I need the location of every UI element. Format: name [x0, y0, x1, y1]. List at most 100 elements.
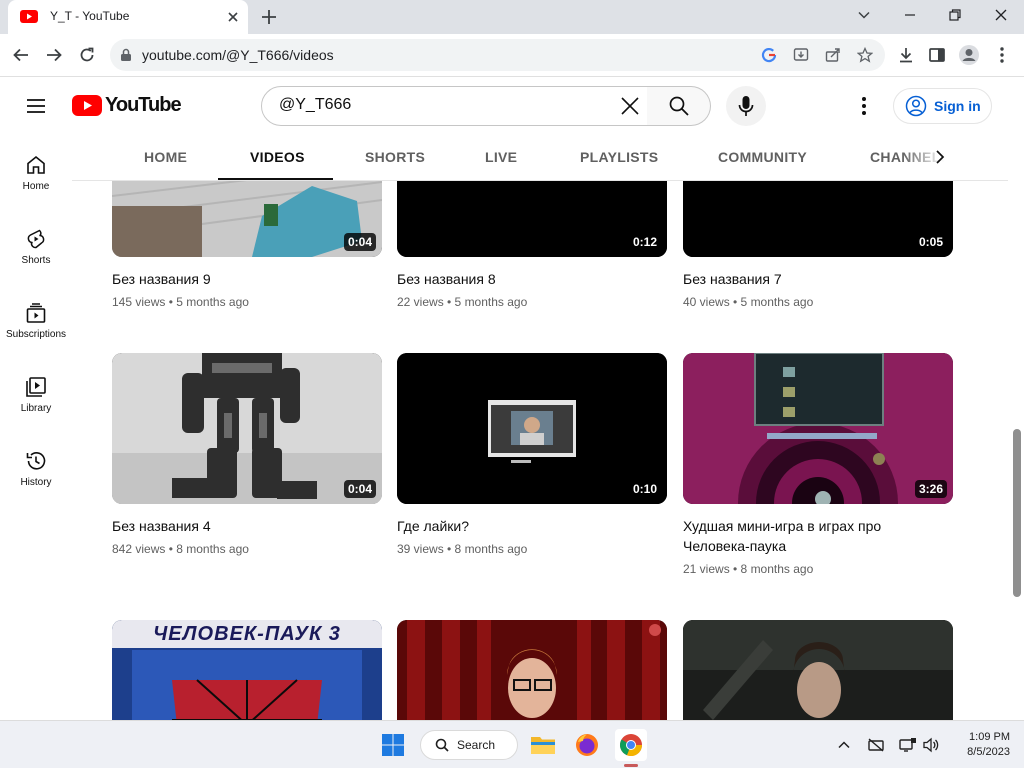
tab-home[interactable]: HOME [144, 149, 187, 165]
chevron-right-icon[interactable] [930, 147, 950, 167]
minimize-icon[interactable] [896, 4, 924, 26]
voice-search-button[interactable] [726, 86, 766, 126]
library-icon [26, 377, 46, 397]
video-card[interactable] [397, 620, 667, 720]
video-card[interactable]: ЧЕЛОВЕК-ПАУК 3 [112, 620, 382, 720]
guide-item-shorts[interactable]: Shorts [0, 227, 72, 301]
video-card[interactable]: 0:05 Без названия 7 40 views • 5 months … [683, 181, 953, 309]
video-duration: 0:10 [628, 480, 661, 498]
video-meta: 842 views • 8 months ago [112, 542, 249, 556]
video-card[interactable]: 3:26 Худшая мини-игра в играх про Челове… [683, 353, 953, 576]
page-scrollbar[interactable] [1008, 181, 1024, 720]
tab-search-chevron-icon[interactable] [850, 4, 878, 26]
show-hidden-icons-chevron-icon[interactable] [834, 735, 854, 755]
firefox-icon[interactable] [571, 729, 603, 761]
back-icon[interactable] [8, 42, 34, 68]
video-card[interactable]: 0:04 Без названия 4 842 views • 8 months… [112, 353, 382, 556]
tab-community[interactable]: COMMUNITY [718, 149, 807, 165]
tab-videos[interactable]: VIDEOS [250, 149, 305, 165]
video-meta: 40 views • 5 months ago [683, 295, 814, 309]
guide-label-subscriptions: Subscriptions [5, 329, 67, 340]
side-panel-icon[interactable] [926, 44, 948, 66]
new-tab-icon[interactable] [258, 6, 280, 28]
downloads-icon[interactable] [895, 44, 917, 66]
guide-item-library[interactable]: Library [0, 375, 72, 449]
close-tab-icon[interactable] [224, 8, 242, 26]
guide-item-subscriptions[interactable]: Subscriptions [0, 301, 72, 375]
tab-shorts[interactable]: SHORTS [365, 149, 425, 165]
video-thumbnail[interactable] [683, 620, 953, 720]
search-button[interactable] [647, 86, 711, 126]
search-input[interactable] [279, 96, 609, 114]
settings-more-icon[interactable] [854, 95, 874, 117]
video-thumbnail[interactable] [397, 620, 667, 720]
account-icon [905, 95, 927, 117]
video-title[interactable]: Худшая мини-игра в играх про Человека-па… [683, 516, 943, 556]
scrollbar-thumb[interactable] [1013, 429, 1021, 597]
tabs-fade [902, 133, 1008, 180]
share-icon[interactable] [824, 46, 842, 64]
hamburger-menu-icon[interactable] [24, 94, 48, 118]
guide-item-history[interactable]: History [0, 449, 72, 523]
clear-search-icon[interactable] [619, 95, 641, 117]
tab-live[interactable]: LIVE [485, 149, 517, 165]
volume-icon[interactable] [921, 735, 941, 755]
video-thumbnail[interactable]: 3:26 [683, 353, 953, 504]
video-thumbnail[interactable]: 0:12 [397, 181, 667, 257]
bookmark-star-icon[interactable] [856, 46, 874, 64]
url-text[interactable]: youtube.com/@Y_T666/videos [142, 47, 334, 63]
browser-menu-icon[interactable] [991, 44, 1013, 66]
search-box[interactable] [261, 86, 648, 126]
guide-item-home[interactable]: Home [0, 153, 72, 227]
video-thumbnail[interactable]: 0:05 [683, 181, 953, 257]
video-thumbnail[interactable]: 0:04 [112, 353, 382, 504]
video-meta: 145 views • 5 months ago [112, 295, 249, 309]
guide-label-history: History [20, 477, 52, 488]
video-thumbnail[interactable]: 0:04 [112, 181, 382, 257]
chrome-icon[interactable] [615, 729, 647, 761]
close-window-icon[interactable] [987, 4, 1015, 26]
restore-icon[interactable] [941, 4, 969, 26]
channel-tabs: HOME VIDEOS SHORTS LIVE PLAYLISTS COMMUN… [72, 133, 1008, 181]
reload-icon[interactable] [74, 42, 100, 68]
sign-in-label: Sign in [934, 98, 981, 114]
video-title[interactable]: Без названия 9 [112, 269, 372, 289]
video-title[interactable]: Где лайки? [397, 516, 657, 536]
address-bar[interactable]: youtube.com/@Y_T666/videos [110, 39, 885, 71]
file-explorer-icon[interactable] [527, 729, 559, 761]
video-card[interactable]: 0:10 Где лайки? 39 views • 8 months ago [397, 353, 667, 556]
video-duration: 0:05 [914, 233, 947, 251]
network-icon[interactable] [898, 735, 918, 755]
search-icon [669, 96, 689, 116]
no-connection-icon[interactable] [866, 735, 886, 755]
clock-time: 1:09 PM [969, 731, 1010, 743]
video-thumbnail[interactable]: ЧЕЛОВЕК-ПАУК 3 [112, 620, 382, 720]
youtube-logo-text: YouTube [105, 94, 182, 116]
search-icon [435, 738, 449, 752]
sign-in-button[interactable]: Sign in [893, 88, 992, 124]
youtube-logo-icon [72, 95, 102, 116]
video-card[interactable] [683, 620, 953, 720]
video-card[interactable]: 0:12 Без названия 8 22 views • 5 months … [397, 181, 667, 309]
guide-label-home: Home [22, 181, 50, 192]
install-app-icon[interactable] [792, 46, 810, 64]
browser-tab[interactable]: Y_T - YouTube [8, 0, 248, 34]
lock-icon[interactable] [120, 48, 132, 62]
video-card[interactable]: 0:04 Без названия 9 145 views • 5 months… [112, 181, 382, 309]
video-title[interactable]: Без названия 7 [683, 269, 943, 289]
youtube-logo[interactable]: YouTube [72, 94, 182, 117]
thumbnail-caption: ЧЕЛОВЕК-ПАУК 3 [153, 623, 341, 645]
google-lens-icon[interactable] [760, 46, 778, 64]
profile-avatar-icon[interactable] [958, 44, 980, 66]
video-title[interactable]: Без названия 8 [397, 269, 657, 289]
windows-start-icon[interactable] [377, 729, 409, 761]
youtube-favicon-icon [20, 10, 38, 23]
taskbar-search[interactable]: Search [420, 730, 518, 760]
video-thumbnail[interactable]: 0:10 [397, 353, 667, 504]
forward-icon[interactable] [41, 42, 67, 68]
system-clock[interactable]: 1:09 PM 8/5/2023 [950, 730, 1010, 760]
video-title[interactable]: Без названия 4 [112, 516, 372, 536]
video-duration: 3:26 [914, 480, 947, 498]
clock-date: 8/5/2023 [967, 746, 1010, 758]
tab-playlists[interactable]: PLAYLISTS [580, 149, 658, 165]
